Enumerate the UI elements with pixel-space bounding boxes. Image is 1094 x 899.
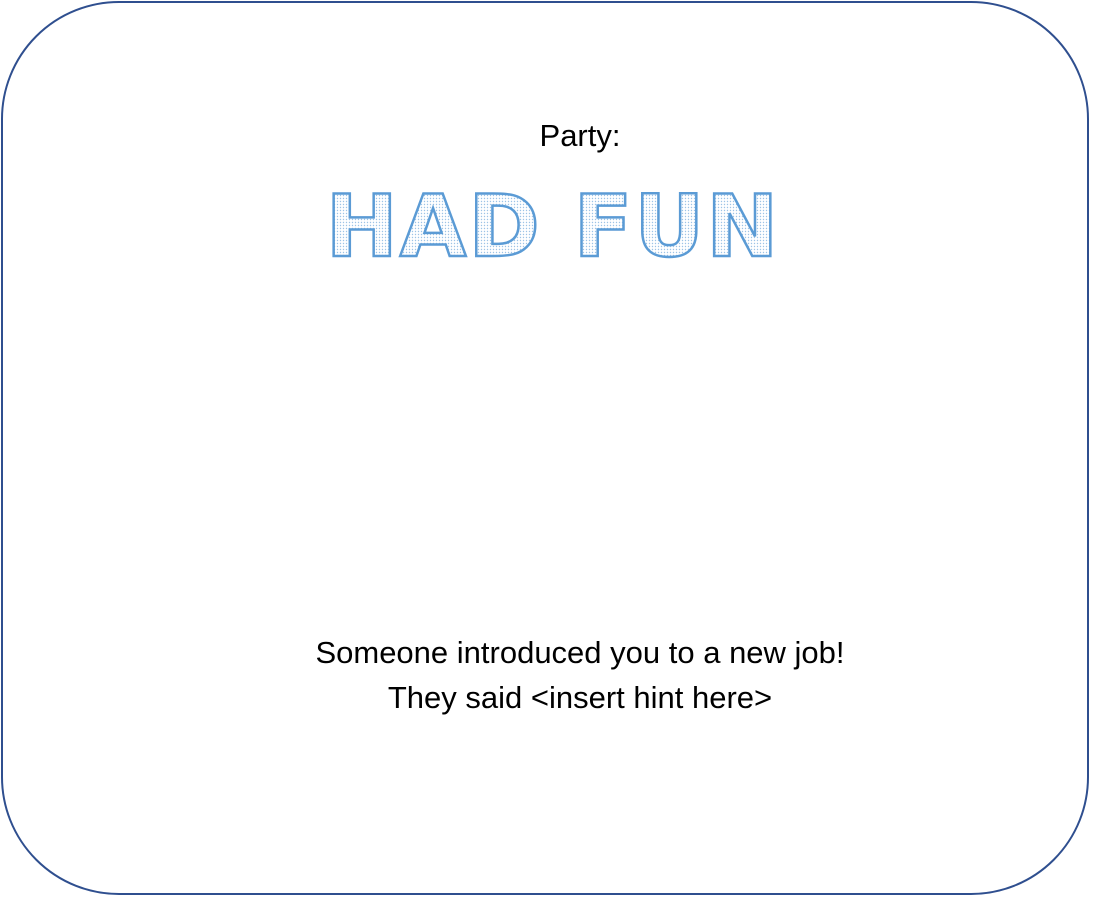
message-line-2: They said <insert hint here> bbox=[387, 680, 773, 715]
card-title: Party: bbox=[539, 118, 621, 153]
headline-wordart: HAD FUN bbox=[0, 170, 1094, 280]
message-line-1: Someone introduced you to a new job! bbox=[315, 635, 845, 670]
headline-text: HAD FUN bbox=[326, 177, 780, 277]
card-message: Someone introduced you to a new job! The… bbox=[0, 630, 1094, 720]
